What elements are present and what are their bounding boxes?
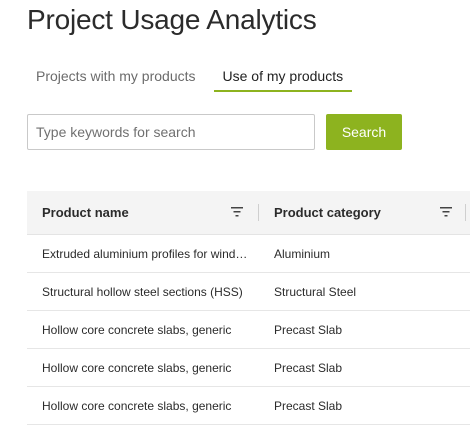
products-table: Product name Product category Extruded a… (27, 191, 470, 425)
search-button[interactable]: Search (326, 114, 402, 150)
tab-use-of-my-products[interactable]: Use of my products (213, 62, 353, 92)
tab-bar: Projects with my products Use of my prod… (27, 62, 353, 94)
table-row[interactable]: Hollow core concrete slabs, generic Prec… (27, 349, 470, 387)
filter-icon[interactable] (231, 206, 243, 217)
product-category-cell: Precast Slab (274, 322, 343, 337)
product-name-cell: Hollow core concrete slabs, generic (42, 360, 232, 375)
product-category-cell: Precast Slab (274, 360, 343, 375)
tab-projects-with-my-products[interactable]: Projects with my products (27, 62, 205, 92)
search-bar: Search (27, 114, 402, 150)
table-header: Product name Product category (27, 191, 470, 235)
column-header-product-name[interactable]: Product name (27, 191, 259, 234)
table-row[interactable]: Hollow core concrete slabs, generic Prec… (27, 387, 470, 425)
column-header-label: Product category (274, 205, 381, 220)
product-category-cell: Aluminium (274, 246, 331, 261)
product-name-cell: Structural hollow steel sections (HSS) (42, 284, 243, 299)
search-input[interactable] (27, 114, 315, 150)
product-name-cell: Hollow core concrete slabs, generic (42, 322, 232, 337)
column-divider[interactable] (465, 204, 466, 221)
page-title: Project Usage Analytics (27, 4, 317, 35)
table-row[interactable]: Hollow core concrete slabs, generic Prec… (27, 311, 470, 349)
table-row[interactable]: Extruded aluminium profiles for windows … (27, 235, 470, 273)
column-header-product-category[interactable]: Product category (259, 191, 470, 234)
product-name-cell: Extruded aluminium profiles for windows … (42, 246, 259, 261)
product-name-cell: Hollow core concrete slabs, generic (42, 398, 232, 413)
product-category-cell: Precast Slab (274, 398, 343, 413)
product-category-cell: Structural Steel (274, 284, 357, 299)
column-header-label: Product name (42, 205, 129, 220)
filter-icon[interactable] (440, 206, 452, 217)
table-row[interactable]: Structural hollow steel sections (HSS) S… (27, 273, 470, 311)
